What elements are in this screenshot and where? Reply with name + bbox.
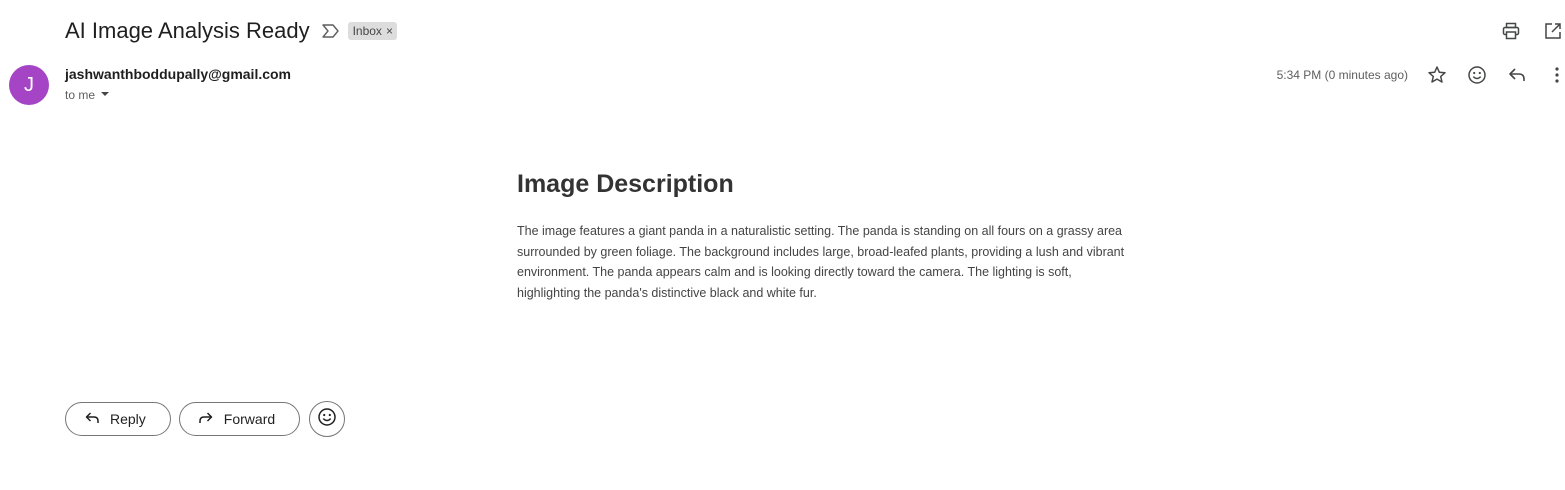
message-actions [1425, 63, 1565, 87]
emoji-icon [317, 407, 337, 432]
avatar[interactable]: J [9, 65, 49, 105]
inbox-label-chip: Inbox × [347, 22, 397, 40]
body-heading: Image Description [517, 170, 734, 198]
important-marker-icon[interactable] [321, 22, 340, 40]
thread-actions [1499, 19, 1565, 43]
emoji-icon[interactable] [1465, 63, 1489, 87]
forward-button[interactable]: Forward [178, 402, 301, 436]
reply-actions: Reply Forward [65, 401, 346, 437]
timestamp: 5:34 PM (0 minutes ago) [1276, 68, 1408, 82]
label-text: Inbox [352, 24, 382, 38]
sender-email[interactable]: jashwanthboddupally@gmail.com [65, 66, 291, 82]
subject-row: AI Image Analysis Ready Inbox × [65, 16, 397, 46]
body-paragraph: The image features a giant panda in a na… [517, 224, 1125, 300]
chevron-down-icon[interactable] [99, 88, 111, 102]
more-vert-icon[interactable] [1545, 63, 1565, 87]
reply-button-label: Reply [110, 411, 146, 427]
reply-icon[interactable] [1505, 63, 1529, 87]
email-subject: AI Image Analysis Ready [65, 18, 310, 43]
forward-button-label: Forward [223, 411, 276, 427]
email-body: Image Description The image features a g… [517, 170, 1127, 303]
star-icon[interactable] [1425, 63, 1449, 87]
print-icon[interactable] [1499, 19, 1523, 43]
recipient-line[interactable]: to me [65, 88, 111, 102]
reply-icon [84, 410, 100, 429]
open-in-new-window-icon[interactable] [1541, 19, 1565, 43]
forward-icon [198, 410, 214, 429]
reply-button[interactable]: Reply [65, 402, 171, 436]
recipient-text: to me [65, 88, 96, 102]
remove-label-icon[interactable]: × [386, 24, 393, 38]
emoji-react-button[interactable] [309, 401, 346, 437]
